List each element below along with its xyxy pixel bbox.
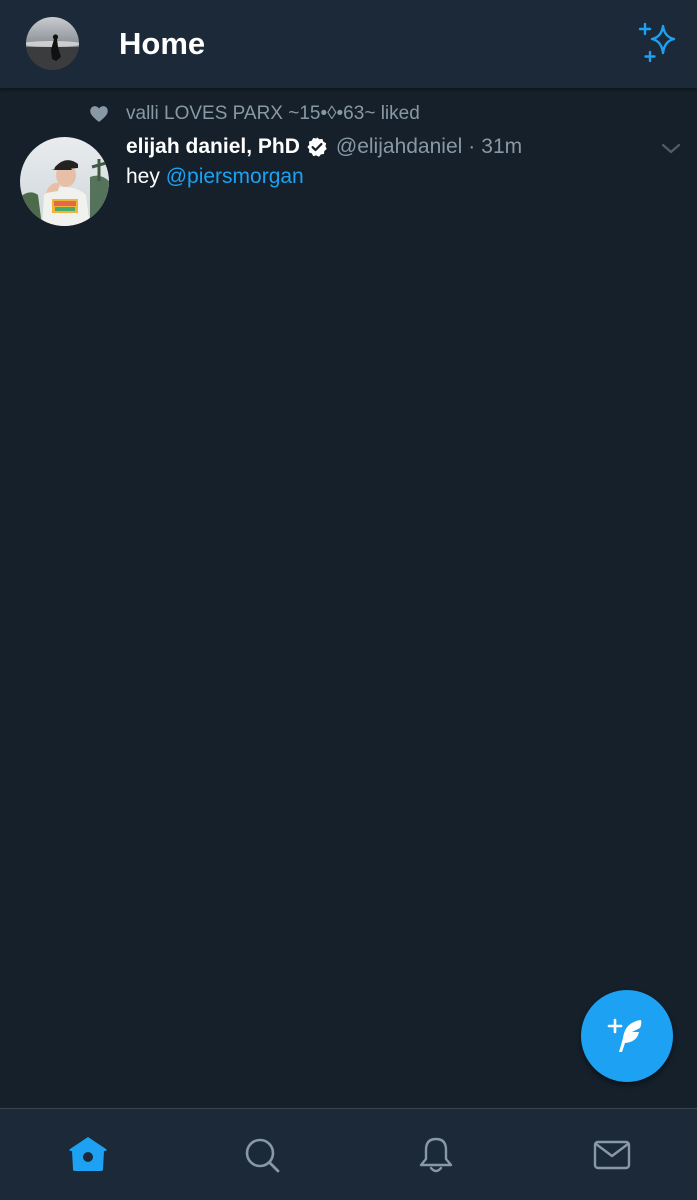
social-context: valli LOVES PARX ~15•◊•63~ liked xyxy=(89,102,420,126)
separator-dot: · xyxy=(468,135,476,158)
mail-icon xyxy=(593,1140,631,1170)
author-avatar[interactable] xyxy=(20,137,109,226)
heart-icon xyxy=(90,106,108,122)
mention-link[interactable]: @piersmorgan xyxy=(166,165,304,188)
home-screen: Home valli LOVES PARX ~15•◊•63~ liked el… xyxy=(0,0,697,1200)
social-context-text[interactable]: valli LOVES PARX ~15•◊•63~ liked xyxy=(126,103,420,125)
tweet[interactable]: valli LOVES PARX ~15•◊•63~ liked elijah … xyxy=(0,88,697,238)
compose-tweet-button[interactable] xyxy=(581,990,673,1082)
nav-home-tab[interactable] xyxy=(66,1133,110,1177)
page-title: Home xyxy=(119,26,206,61)
nav-search-tab[interactable] xyxy=(240,1133,284,1177)
verified-badge-icon xyxy=(307,137,327,157)
tweet-timestamp: 31m xyxy=(481,135,523,158)
chevron-down-icon xyxy=(661,143,681,154)
bell-icon xyxy=(419,1137,453,1173)
tweet-text: hey @piersmorgan xyxy=(126,163,304,191)
tweet-menu-button[interactable] xyxy=(658,138,684,158)
nav-messages-tab[interactable] xyxy=(590,1133,634,1177)
home-icon xyxy=(69,1137,107,1171)
author-display-name[interactable]: elijah daniel, PhD xyxy=(126,135,300,159)
timeline-settings-button[interactable] xyxy=(636,20,682,66)
top-app-bar: Home xyxy=(0,0,697,88)
bottom-navigation xyxy=(0,1108,697,1200)
profile-avatar[interactable] xyxy=(26,17,79,70)
compose-tweet-icon xyxy=(607,1018,642,1052)
profile-avatar-image xyxy=(26,17,79,70)
sparkle-icon xyxy=(638,22,676,63)
tweet-header: elijah daniel, PhD @elijahdaniel · 31m xyxy=(126,133,522,161)
tweet-text-content: hey xyxy=(126,165,160,188)
author-avatar-image xyxy=(20,137,109,226)
nav-notifications-tab[interactable] xyxy=(414,1133,458,1177)
search-icon xyxy=(245,1138,280,1173)
author-handle[interactable]: @elijahdaniel xyxy=(336,135,462,159)
